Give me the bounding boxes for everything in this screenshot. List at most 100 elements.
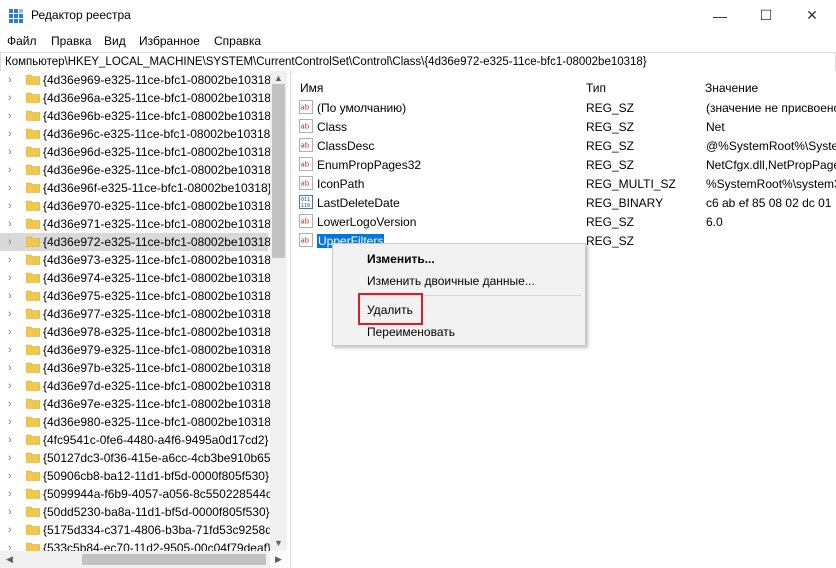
value-name-cell: EnumPropPages32: [317, 158, 421, 172]
tree-item[interactable]: › {50dd5230-ba8a-11d1-bf5d-0000f805f530}: [0, 503, 270, 521]
chevron-right-icon[interactable]: ›: [8, 272, 18, 284]
value-row[interactable]: ab ClassDesc REG_SZ @%SystemRoot%\System32\…: [292, 136, 836, 155]
scroll-down-icon[interactable]: ▼: [270, 537, 287, 550]
tree-item[interactable]: › {4d36e96d-e325-11ce-bfc1-08002be10318}: [0, 143, 275, 161]
chevron-right-icon[interactable]: ›: [8, 254, 18, 266]
menu-view[interactable]: Вид: [104, 34, 126, 48]
tree-item[interactable]: › {4d36e970-e325-11ce-bfc1-08002be10318}: [0, 197, 275, 215]
maximize-button[interactable]: ☐: [743, 0, 789, 31]
address-bar[interactable]: Компьютер\HKEY_LOCAL_MACHINE\SYSTEM\Curr…: [0, 52, 836, 73]
chevron-right-icon[interactable]: ›: [8, 380, 18, 392]
tree-item-label: {4d36e97e-e325-11ce-bfc1-08002be10318}: [43, 397, 275, 411]
context-menu-modify[interactable]: Изменить...: [367, 252, 435, 266]
tree-item[interactable]: › {4d36e97d-e325-11ce-bfc1-08002be10318}: [0, 377, 275, 395]
folder-icon: [26, 326, 40, 337]
minimize-icon: —: [713, 7, 727, 24]
tree-item[interactable]: › {5099944a-f6b9-4057-a056-8c550228544c}: [0, 485, 276, 503]
tree-item[interactable]: › {4d36e96b-e325-11ce-bfc1-08002be10318}: [0, 107, 275, 125]
value-row[interactable]: 011 110 LastDeleteDate REG_BINARY c6 ab ef 8…: [292, 193, 836, 212]
column-header-value[interactable]: Значение: [697, 71, 836, 101]
menu-edit[interactable]: Правка: [51, 34, 92, 48]
tree-scroll-thumb[interactable]: [272, 84, 285, 258]
chevron-right-icon[interactable]: ›: [8, 218, 18, 230]
value-row[interactable]: ab LowerLogoVersion REG_SZ 6.0: [292, 212, 836, 231]
tree-item-label: {4d36e972-e325-11ce-bfc1-08002be10318}: [43, 235, 275, 249]
chevron-right-icon[interactable]: ›: [8, 164, 18, 176]
chevron-right-icon[interactable]: ›: [8, 344, 18, 356]
close-button[interactable]: ✕: [789, 0, 835, 31]
value-name-cell: LastDeleteDate: [317, 196, 400, 210]
menu-help[interactable]: Справка: [214, 34, 261, 48]
chevron-right-icon[interactable]: ›: [8, 434, 18, 446]
value-data: %SystemRoot%\system32\setupapi.dll: [706, 177, 836, 191]
tree-item[interactable]: › {50906cb8-ba12-11d1-bf5d-0000f805f530}: [0, 467, 269, 485]
tree-item[interactable]: › {4d36e977-e325-11ce-bfc1-08002be10318}: [0, 305, 275, 323]
chevron-right-icon[interactable]: ›: [8, 470, 18, 482]
value-data: 6.0: [706, 215, 723, 229]
chevron-right-icon[interactable]: ›: [8, 326, 18, 338]
tree-item-label: {50dd5230-ba8a-11d1-bf5d-0000f805f530}: [43, 505, 270, 519]
menu-bar: Файл Правка Вид Избранное Справка: [0, 31, 836, 51]
folder-icon: [26, 470, 40, 481]
tree-item[interactable]: › {4d36e975-e325-11ce-bfc1-08002be10318}: [0, 287, 275, 305]
tree-item[interactable]: › {4d36e973-e325-11ce-bfc1-08002be10318}: [0, 251, 275, 269]
tree-item[interactable]: › {4d36e96f-e325-11ce-bfc1-08002be10318}: [0, 179, 272, 197]
chevron-right-icon[interactable]: ›: [8, 362, 18, 374]
value-row[interactable]: ab EnumPropPages32 REG_SZ NetCfgx.dll,NetPr…: [292, 155, 836, 174]
chevron-right-icon[interactable]: ›: [8, 290, 18, 302]
value-name-cell: Class: [317, 120, 347, 134]
chevron-right-icon[interactable]: ›: [8, 74, 18, 86]
tree-item[interactable]: › {4d36e97e-e325-11ce-bfc1-08002be10318}: [0, 395, 275, 413]
chevron-right-icon[interactable]: ›: [8, 236, 18, 248]
tree-item[interactable]: › {4d36e96c-e325-11ce-bfc1-08002be10318}: [0, 125, 274, 143]
folder-icon: [26, 236, 40, 247]
chevron-right-icon[interactable]: ›: [8, 488, 18, 500]
column-header-type[interactable]: Тип: [578, 71, 698, 101]
chevron-right-icon[interactable]: ›: [8, 506, 18, 518]
scroll-right-icon[interactable]: ▶: [270, 553, 287, 566]
tree-item[interactable]: › {4d36e969-e325-11ce-bfc1-08002be10318}: [0, 71, 275, 89]
tree-item[interactable]: › {4d36e97b-e325-11ce-bfc1-08002be10318}: [0, 359, 275, 377]
tree-item[interactable]: › {4d36e974-e325-11ce-bfc1-08002be10318}: [0, 269, 275, 287]
tree-item[interactable]: › {4d36e96e-e325-11ce-bfc1-08002be10318}: [0, 161, 275, 179]
tree-item-label: {4d36e97b-e325-11ce-bfc1-08002be10318}: [43, 361, 275, 375]
menu-favorites[interactable]: Избранное: [139, 34, 200, 48]
value-row[interactable]: ab (По умолчанию) REG_SZ (значение не присв…: [292, 98, 836, 117]
chevron-right-icon[interactable]: ›: [8, 92, 18, 104]
tree-item-label: {4d36e979-e325-11ce-bfc1-08002be10318}: [43, 343, 275, 357]
string-value-icon: ab: [299, 119, 313, 133]
maximize-icon: ☐: [759, 7, 773, 23]
chevron-right-icon[interactable]: ›: [8, 128, 18, 140]
tree-item[interactable]: › {4d36e978-e325-11ce-bfc1-08002be10318}: [0, 323, 275, 341]
tree-item[interactable]: › {4d36e980-e325-11ce-bfc1-08002be10318}: [0, 413, 275, 431]
tree-item[interactable]: › {4d36e972-e325-11ce-bfc1-08002be10318}: [0, 233, 275, 251]
chevron-right-icon[interactable]: ›: [8, 146, 18, 158]
tree-hscroll-thumb[interactable]: [82, 554, 266, 565]
folder-icon: [26, 182, 40, 193]
chevron-right-icon[interactable]: ›: [8, 182, 18, 194]
value-data: Net: [706, 120, 725, 134]
tree-item[interactable]: › {5175d334-c371-4806-b3ba-71fd53c9258d}: [0, 521, 276, 539]
tree-item[interactable]: › {4d36e96a-e325-11ce-bfc1-08002be10318}: [0, 89, 275, 107]
minimize-button[interactable]: —: [697, 0, 743, 31]
value-row[interactable]: ab Class REG_SZ Net: [292, 117, 836, 136]
chevron-right-icon[interactable]: ›: [8, 452, 18, 464]
value-row[interactable]: ab IconPath REG_MULTI_SZ %SystemRoot%\syste…: [292, 174, 836, 193]
chevron-right-icon[interactable]: ›: [8, 398, 18, 410]
menu-file[interactable]: Файл: [7, 34, 37, 48]
chevron-right-icon[interactable]: ›: [8, 308, 18, 320]
tree-item[interactable]: › {4d36e979-e325-11ce-bfc1-08002be10318}: [0, 341, 275, 359]
tree-item-label: {4d36e980-e325-11ce-bfc1-08002be10318}: [43, 415, 275, 429]
tree-item[interactable]: › {4d36e971-e325-11ce-bfc1-08002be10318}: [0, 215, 275, 233]
tree-item[interactable]: › {4fc9541c-0fe6-4480-a4f6-9495a0d17cd2}: [0, 431, 269, 449]
chevron-right-icon[interactable]: ›: [8, 524, 18, 536]
chevron-right-icon[interactable]: ›: [8, 416, 18, 428]
chevron-right-icon[interactable]: ›: [8, 110, 18, 122]
tree-item[interactable]: › {50127dc3-0f36-415e-a6cc-4cb3be910b65}: [0, 449, 275, 467]
context-menu-rename[interactable]: Переименовать: [367, 325, 455, 339]
context-menu-modify-binary[interactable]: Изменить двоичные данные...: [367, 274, 535, 288]
chevron-right-icon[interactable]: ›: [8, 200, 18, 212]
column-header-name[interactable]: Имя: [292, 71, 579, 101]
scroll-left-icon[interactable]: ◀: [1, 553, 18, 566]
column-header-type-label: Тип: [586, 81, 607, 95]
